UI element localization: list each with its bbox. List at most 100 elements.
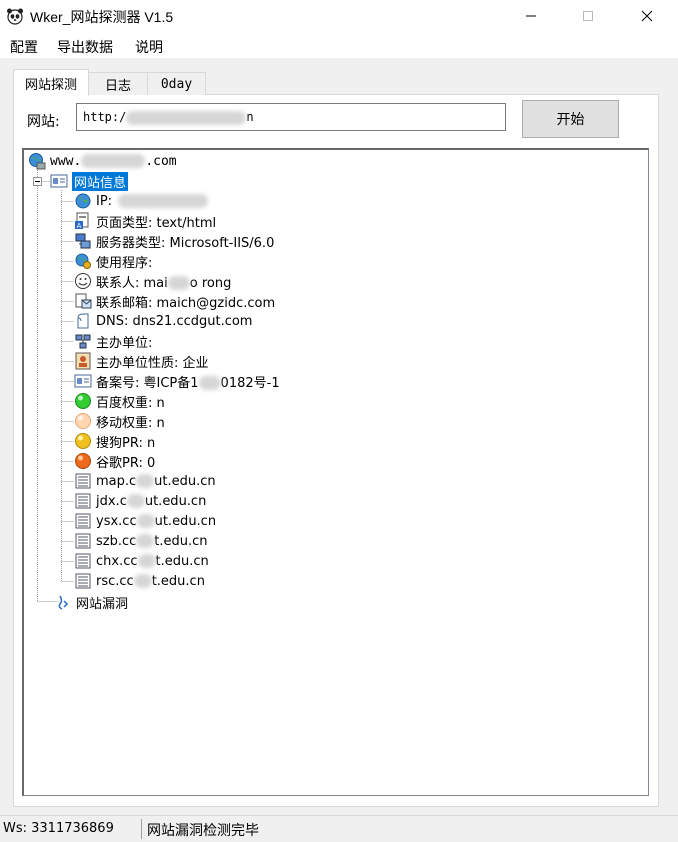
tree-item-text: 使用程序: (96, 252, 152, 271)
tree-info-item[interactable]: szb.cc t.edu.cn (74, 532, 208, 550)
green-ball-icon (75, 393, 91, 409)
redacted-blur (126, 494, 145, 508)
redacted-blur (167, 276, 190, 290)
minimize-icon (526, 15, 536, 17)
site-url-suffix: n (246, 110, 254, 124)
tree-item-text: chx.cc t.edu.cn (96, 554, 209, 569)
tree-item-text-part: 备案号: 粤ICP备1 (96, 375, 199, 391)
tree-info-item[interactable]: 搜狗PR: n (74, 432, 155, 451)
tree-info-item[interactable]: chx.cc t.edu.cn (74, 552, 209, 570)
tree-info-item[interactable]: 百度权重: n (74, 392, 165, 411)
tree-info-item[interactable]: 联系人: mai o rong (74, 272, 231, 291)
vuln-label: 网站漏洞 (76, 596, 129, 612)
tree-info-item[interactable]: 备案号: 粤ICP备1 0182号-1 (74, 372, 280, 391)
menu-config[interactable]: 配置 (10, 37, 38, 57)
list-icon (75, 473, 91, 489)
tree-item-text-part: 移动权重: n (96, 415, 165, 431)
tree-item-text-part: ut.edu.cn (144, 493, 207, 509)
tree-item-text: 搜狗PR: n (96, 432, 155, 451)
tree-item-text-part: 联系邮箱: maich@gzidc.com (96, 295, 276, 311)
maximize-button[interactable] (565, 0, 611, 32)
tree-item-text-part: ut.edu.cn (154, 473, 216, 489)
bug-icon (58, 595, 69, 610)
root-host-prefix: www. (50, 153, 82, 169)
tree-item-text: rsc.cc t.edu.cn (96, 574, 205, 589)
redacted-blur (81, 154, 146, 168)
redacted-blur (136, 474, 155, 488)
info-card-icon (50, 174, 68, 188)
tree-item-text-part: IP: (96, 193, 113, 209)
tree-item-text: ysx.cc ut.edu.cn (96, 514, 216, 529)
list-icon (75, 573, 91, 589)
tab-0day[interactable]: 0day (147, 72, 206, 95)
minimize-button[interactable] (508, 0, 554, 32)
tree-info-item[interactable]: 移动权重: n (74, 412, 165, 431)
tree-info-item[interactable]: 主办单位性质: 企业 (74, 352, 209, 371)
redacted-blur (136, 534, 155, 548)
tree-site-info-node[interactable]: 网站信息 (50, 171, 129, 191)
tree-info-item[interactable]: 联系邮箱: maich@gzidc.com (74, 292, 275, 311)
tree-item-text-part: t.edu.cn (154, 533, 208, 549)
status-ws: Ws: 3311736869 (3, 821, 114, 836)
tab-site-probe[interactable]: 网站探测 (13, 69, 89, 96)
site-url-prefix: http:/ (83, 110, 127, 124)
status-message: 网站漏洞检测完毕 (147, 823, 259, 839)
tree-item-text-part: 搜狗PR: n (96, 435, 156, 451)
tree-item-text-part: 联系人: mai (96, 275, 168, 291)
tree-info-item[interactable]: 使用程序: (74, 252, 152, 271)
server-icon (75, 233, 91, 249)
tab-log[interactable]: 日志 (88, 72, 148, 95)
globe-gear-icon (75, 253, 91, 269)
globe-icon (75, 193, 91, 209)
organization-icon (75, 334, 91, 349)
menu-help[interactable]: 说明 (135, 37, 163, 57)
site-label: 网站: (27, 114, 60, 130)
id-card-icon (74, 374, 92, 388)
tree-item-text-part: ut.edu.cn (154, 513, 217, 529)
tree-info-item[interactable]: 谷歌PR: 0 (74, 452, 155, 471)
tree-item-text: 联系人: mai o rong (96, 272, 231, 291)
tree-item-text: 联系邮箱: maich@gzidc.com (96, 292, 275, 311)
redacted-blur (136, 514, 155, 528)
tree-item-text-part: t.edu.cn (155, 553, 209, 569)
window-title: Wker_网站探测器 V1.5 (30, 9, 174, 25)
tree-vuln-node[interactable]: 网站漏洞 (54, 593, 129, 612)
collapse-toggle[interactable] (33, 177, 42, 186)
email-icon (75, 293, 92, 309)
tree-item-text: 备案号: 粤ICP备1 0182号-1 (96, 372, 280, 391)
list-icon (75, 533, 91, 549)
tree-item-text-part: chx.cc (96, 553, 138, 569)
redacted-blur (118, 194, 209, 208)
tree-item-text: 移动权重: n (96, 412, 165, 431)
tree-item-text-part: 使用程序: (96, 255, 153, 271)
tree-info-item[interactable]: IP: (74, 192, 209, 210)
tree-item-text-part: 谷歌PR: 0 (96, 455, 156, 471)
tree-info-item[interactable]: jdx.c ut.edu.cn (74, 492, 206, 510)
tree-info-item[interactable]: ysx.cc ut.edu.cn (74, 512, 216, 530)
result-tree[interactable]: www. .com 网站信息 IP: A 页面类型: text/html 服务器类型: … (22, 148, 649, 796)
tree-root-node[interactable]: www. .com (28, 152, 177, 170)
tree-item-text: 服务器类型: Microsoft-IIS/6.0 (96, 232, 274, 251)
tree-info-item[interactable]: rsc.cc t.edu.cn (74, 572, 205, 590)
tree-info-item[interactable]: A 页面类型: text/html (74, 212, 216, 231)
title-bar: Wker_网站探测器 V1.5 (0, 0, 678, 33)
close-icon (641, 10, 653, 22)
site-url-input[interactable]: http:/ n (76, 103, 506, 131)
close-button[interactable] (624, 0, 670, 32)
start-button[interactable]: 开始 (522, 100, 619, 138)
tree-item-text: IP: (96, 193, 209, 209)
peach-ball-icon (75, 413, 91, 429)
tree-info-item[interactable]: map.c ut.edu.cn (74, 472, 216, 490)
dns-icon (77, 313, 89, 329)
list-icon (75, 513, 91, 529)
menu-bar: 配置 导出数据 说明 (0, 32, 678, 58)
tree-info-item[interactable]: 主办单位: (74, 332, 152, 351)
tree-item-text-part: 服务器类型: Microsoft-IIS/6.0 (96, 235, 275, 251)
tree-item-text: 百度权重: n (96, 392, 165, 411)
tree-info-item[interactable]: 服务器类型: Microsoft-IIS/6.0 (74, 232, 274, 251)
tree-item-text-part: DNS: dns21.ccdgut.com (96, 313, 253, 329)
tree-item-text-part: 主办单位性质: 企业 (96, 355, 209, 371)
tree-item-text: 谷歌PR: 0 (96, 452, 155, 471)
tree-info-item[interactable]: DNS: dns21.ccdgut.com (74, 312, 252, 330)
menu-export-data[interactable]: 导出数据 (57, 37, 113, 57)
